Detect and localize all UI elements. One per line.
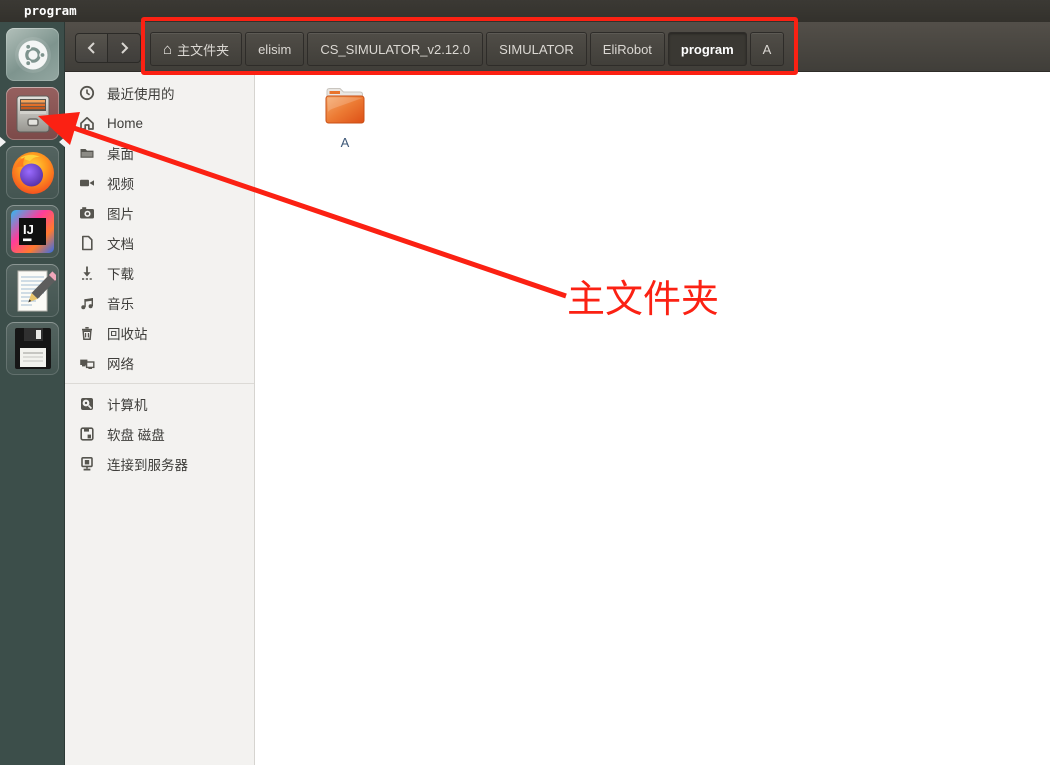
sidebar-label: 连接到服务器 <box>107 458 188 473</box>
sidebar-label: 软盘 磁盘 <box>107 428 165 443</box>
window-title: program <box>24 3 77 18</box>
breadcrumb-label: EliRobot <box>602 41 652 57</box>
breadcrumb-label: program <box>680 41 734 57</box>
sidebar-label: 音乐 <box>107 297 134 312</box>
server-icon <box>81 456 93 471</box>
focused-indicator-arrow <box>59 136 66 148</box>
sidebar-label: 文档 <box>107 237 134 252</box>
breadcrumb-label: A <box>762 41 772 57</box>
sidebar-item-desktop[interactable]: 桌面 <box>65 138 254 168</box>
places-sidebar: 最近使用的 Home 桌面 视频 图片 文档 下载 音乐 回收站 网络 计算机 … <box>65 72 255 765</box>
document-icon <box>82 235 93 251</box>
photo-camera-icon <box>80 207 94 219</box>
home-icon <box>80 116 94 130</box>
text-editor-icon <box>17 270 56 311</box>
video-camera-icon <box>80 179 94 187</box>
file-browser-view[interactable]: A <box>255 72 1050 765</box>
sidebar-label: 计算机 <box>107 398 148 413</box>
sidebar-label: 最近使用的 <box>107 87 175 102</box>
floppy-disk-icon <box>14 328 51 369</box>
sidebar-label: Home <box>107 115 144 131</box>
sidebar-item-computer[interactable]: 计算机 <box>65 389 254 419</box>
clock-icon <box>79 85 95 101</box>
sidebar-label: 桌面 <box>107 147 134 162</box>
window-titlebar: program <box>0 0 1050 22</box>
sidebar-item-videos[interactable]: 视频 <box>65 168 254 198</box>
folder-icon <box>325 88 365 124</box>
sidebar-item-home[interactable]: Home <box>65 108 254 138</box>
intellij-idea-icon: IJ <box>11 210 54 253</box>
home-icon: ⌂ <box>163 40 173 58</box>
harddisk-icon <box>81 398 93 410</box>
ubuntu-logo-icon <box>14 36 51 73</box>
breadcrumb-cs-simulator[interactable]: CS_SIMULATOR_v2.12.0 <box>307 32 484 66</box>
firefox-icon <box>11 151 54 194</box>
path-toolbar: ⌂ 主文件夹 elisim CS_SIMULATOR_v2.12.0 SIMUL… <box>65 22 1050 72</box>
dock-item-text-editor[interactable] <box>6 264 59 317</box>
desktop-folder-icon <box>80 149 94 158</box>
trash-icon <box>82 327 92 340</box>
file-cabinet-icon <box>16 95 49 132</box>
breadcrumb-simulator[interactable]: SIMULATOR <box>486 32 587 66</box>
breadcrumb: ⌂ 主文件夹 elisim CS_SIMULATOR_v2.12.0 SIMUL… <box>150 32 785 66</box>
svg-text:IJ: IJ <box>23 222 34 237</box>
dock-item-floppy-disk[interactable] <box>6 322 59 375</box>
sidebar-item-documents[interactable]: 文档 <box>65 228 254 258</box>
music-notes-icon <box>81 298 93 310</box>
breadcrumb-label: elisim <box>258 41 292 57</box>
breadcrumb-program-current[interactable]: program <box>667 32 747 66</box>
chevron-right-icon <box>121 42 129 54</box>
forward-button[interactable] <box>108 33 141 63</box>
sidebar-separator <box>65 383 254 384</box>
folder-name: A <box>340 135 350 150</box>
breadcrumb-label: CS_SIMULATOR_v2.12.0 <box>320 41 471 57</box>
dock-item-intellij-idea[interactable]: IJ <box>6 205 59 258</box>
sidebar-item-recent[interactable]: 最近使用的 <box>65 78 254 108</box>
sidebar-item-connect-to-server[interactable]: 连接到服务器 <box>65 449 254 479</box>
download-arrow-icon <box>82 266 92 280</box>
sidebar-label: 图片 <box>107 207 134 222</box>
breadcrumb-elirobot[interactable]: EliRobot <box>589 32 665 66</box>
folder-item-a[interactable]: A <box>316 84 374 150</box>
sidebar-item-floppy-disk[interactable]: 软盘 磁盘 <box>65 419 254 449</box>
sidebar-item-pictures[interactable]: 图片 <box>65 198 254 228</box>
back-button[interactable] <box>75 33 108 63</box>
sidebar-label: 网络 <box>107 357 134 372</box>
dock-item-files[interactable] <box>6 87 59 140</box>
dock-item-firefox[interactable] <box>6 146 59 199</box>
sidebar-item-network[interactable]: 网络 <box>65 348 254 378</box>
history-nav-group <box>75 33 141 63</box>
sidebar-item-music[interactable]: 音乐 <box>65 288 254 318</box>
breadcrumb-home[interactable]: ⌂ 主文件夹 <box>150 32 243 66</box>
chevron-left-icon <box>87 42 95 54</box>
sidebar-item-trash[interactable]: 回收站 <box>65 318 254 348</box>
breadcrumb-elisim[interactable]: elisim <box>245 32 305 66</box>
breadcrumb-label: SIMULATOR <box>499 41 574 57</box>
breadcrumb-label: 主文件夹 <box>177 42 230 58</box>
sidebar-label: 回收站 <box>107 327 148 342</box>
floppy-icon <box>80 427 94 441</box>
sidebar-label: 视频 <box>107 177 134 192</box>
launcher-dock: IJ <box>0 22 66 765</box>
sidebar-item-downloads[interactable]: 下载 <box>65 258 254 288</box>
running-indicator-arrow <box>0 136 6 148</box>
dock-item-ubuntu-dash[interactable] <box>6 28 59 81</box>
sidebar-label: 下载 <box>107 267 134 282</box>
breadcrumb-a[interactable]: A <box>749 32 785 66</box>
network-icon <box>80 359 95 369</box>
